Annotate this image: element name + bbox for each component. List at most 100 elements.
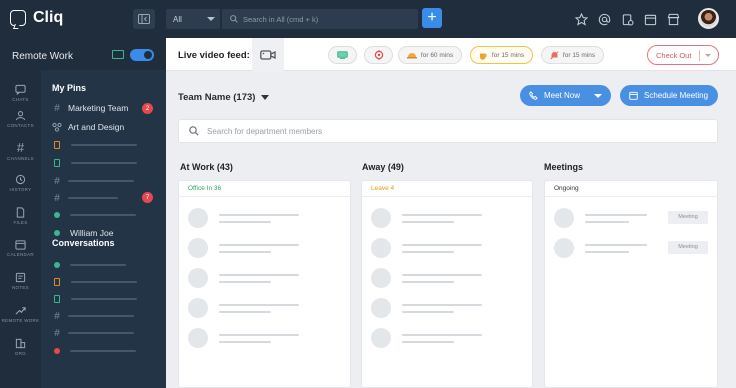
avatar <box>371 298 391 318</box>
conversation-placeholder <box>71 298 137 300</box>
rail-item-notes[interactable]: NOTES <box>0 272 41 290</box>
video-camera-icon <box>260 49 276 60</box>
avatar <box>188 238 208 258</box>
meetings-card: Ongoing Meeting Meeting <box>544 180 718 388</box>
meeting-tag[interactable]: Meeting <box>668 211 708 224</box>
member-row[interactable] <box>371 298 482 318</box>
rail-item-history[interactable]: HISTORY <box>0 174 41 192</box>
rail-item-files[interactable]: FILES <box>0 207 41 225</box>
meeting-row[interactable] <box>554 208 647 228</box>
mention-icon[interactable] <box>595 10 613 28</box>
remote-work-label: Remote Work <box>12 51 73 62</box>
chevron-down-icon[interactable] <box>705 54 711 57</box>
member-row[interactable] <box>188 208 299 228</box>
status-chip-monitor[interactable] <box>328 46 357 64</box>
pin-placeholder <box>68 180 134 182</box>
conversation-item[interactable] <box>52 344 162 358</box>
search-scope-select[interactable]: All <box>166 9 220 29</box>
user-avatar[interactable] <box>698 8 719 29</box>
snooze-icon <box>550 50 559 59</box>
conversation-placeholder <box>68 315 134 317</box>
avatar <box>371 328 391 348</box>
app-name: Cliq <box>33 9 64 26</box>
pin-item[interactable] <box>52 156 162 170</box>
contact-icon <box>15 111 26 121</box>
pin-placeholder <box>68 197 118 199</box>
conversation-item[interactable] <box>52 292 162 306</box>
sidebar-collapse-button[interactable] <box>133 9 155 29</box>
rail-label: HISTORY <box>9 187 32 192</box>
member-row[interactable] <box>371 238 482 258</box>
department-search-input[interactable] <box>207 126 687 136</box>
member-row[interactable] <box>188 328 299 348</box>
collapse-icon <box>138 14 150 24</box>
meeting-tag[interactable]: Meeting <box>668 241 708 254</box>
schedule-meeting-button[interactable]: Schedule Meeting <box>620 85 718 106</box>
member-row[interactable] <box>371 208 482 228</box>
global-search[interactable] <box>222 9 418 29</box>
team-name: Team Name (173) <box>178 92 256 103</box>
busy-status-icon <box>54 348 60 354</box>
at-work-card: Office In 36 <box>178 180 351 388</box>
rail-item-contacts[interactable]: CONTACTS <box>0 110 41 128</box>
file-icon <box>16 207 25 218</box>
hash-icon: # <box>54 175 60 187</box>
meeting-row[interactable] <box>554 238 647 258</box>
pin-art-and-design[interactable]: Art and Design <box>52 120 162 134</box>
column-title-at-work: At Work (43) <box>180 162 233 172</box>
column-title-away: Away (49) <box>362 162 404 172</box>
member-row[interactable] <box>371 328 482 348</box>
rail-label: FILES <box>13 220 28 225</box>
lunch-icon <box>406 52 417 58</box>
clipboard-icon[interactable] <box>618 10 636 28</box>
hash-icon: # <box>16 140 25 155</box>
chat-icon <box>15 84 26 95</box>
member-row[interactable] <box>188 268 299 288</box>
avatar <box>554 208 574 228</box>
team-selector[interactable]: Team Name (173) <box>178 92 270 103</box>
member-row[interactable] <box>188 238 299 258</box>
search-icon <box>230 15 238 23</box>
rail-item-channels[interactable]: # CHANNELS <box>0 140 41 161</box>
status-chip-lunch[interactable]: for 60 mins <box>398 46 462 64</box>
member-row[interactable] <box>371 268 482 288</box>
conversation-item[interactable]: # <box>52 326 162 340</box>
conversation-item[interactable]: # <box>52 309 162 323</box>
conversation-item[interactable] <box>52 275 162 289</box>
status-chip-coffee[interactable]: for 15 mins <box>470 46 533 64</box>
rail-label: CHANNELS <box>7 156 34 161</box>
rail-label: CALENDAR <box>7 252 34 257</box>
away-card: Leave 4 <box>361 180 533 388</box>
phone-icon <box>529 91 538 100</box>
member-row[interactable] <box>188 298 299 318</box>
star-icon[interactable] <box>572 10 590 28</box>
remote-work-toggle[interactable] <box>130 49 154 61</box>
calendar-icon[interactable] <box>641 10 659 28</box>
pin-item[interactable] <box>52 138 162 152</box>
status-chip-snooze[interactable]: for 15 mins <box>541 46 604 64</box>
store-icon[interactable] <box>664 10 682 28</box>
online-status-icon <box>54 230 60 236</box>
status-chip-target[interactable] <box>364 46 393 64</box>
unread-badge: 7 <box>142 192 153 203</box>
department-search[interactable] <box>178 119 718 143</box>
rail-item-chats[interactable]: CHATS <box>0 84 41 102</box>
main-content: Live video feed: for 60 mins for 15 mins… <box>166 38 736 388</box>
pin-item[interactable]: # <box>52 174 162 188</box>
leave-status: Leave 4 <box>362 181 532 197</box>
check-out-button[interactable]: Check Out <box>647 45 719 65</box>
rail-item-calendar[interactable]: CALENDAR <box>0 239 41 257</box>
chevron-down-icon[interactable] <box>594 94 602 98</box>
monitor-icon <box>337 51 348 59</box>
column-title-meetings: Meetings <box>544 162 584 172</box>
rail-item-remote-work[interactable]: REMOTE WORK <box>0 305 41 323</box>
rail-item-org[interactable]: ORG <box>0 338 41 356</box>
calendar-icon <box>15 240 26 250</box>
meet-now-button[interactable]: Meet Now <box>520 85 611 106</box>
conversation-item[interactable] <box>52 258 162 272</box>
add-button[interactable]: + <box>422 8 442 28</box>
office-in-status: Office In 36 <box>179 181 350 197</box>
app-logo[interactable]: Cliq <box>10 9 63 27</box>
search-input[interactable] <box>243 14 413 24</box>
video-camera-button[interactable] <box>252 38 284 71</box>
